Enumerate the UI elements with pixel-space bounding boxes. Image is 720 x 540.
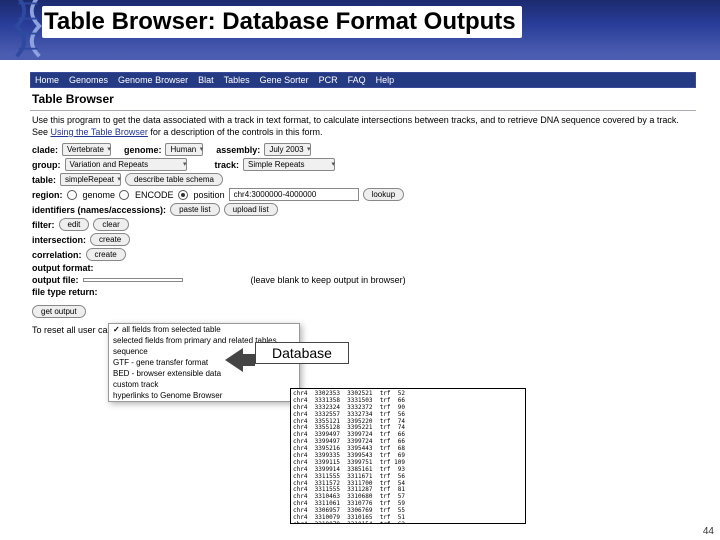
track-label: track: [215,160,240,170]
intersection-label: intersection: [32,235,86,245]
slide-page-number: 44 [703,526,714,537]
callout-arrow-tail [243,354,255,366]
using-table-browser-link[interactable]: Using the Table Browser [51,127,148,137]
track-select[interactable]: Simple Repeats [243,158,335,171]
clade-label: clade: [32,145,58,155]
sample-output-box: chr4 3302353 3302521 trf 52 chr4 3331358… [290,388,526,524]
callout-arrow-icon [225,348,243,372]
lookup-button[interactable]: lookup [363,188,405,201]
nav-faq[interactable]: FAQ [348,75,366,85]
nav-pcr[interactable]: PCR [319,75,338,85]
description-text: Use this program to get the data associa… [30,111,696,142]
ucsc-navbar: Home Genomes Genome Browser Blat Tables … [30,72,696,88]
filter-clear-button[interactable]: clear [93,218,128,231]
dropdown-opt-custom-track[interactable]: custom track [109,379,299,390]
assembly-label: assembly: [216,145,260,155]
group-label: group: [32,160,61,170]
slide-title: Table Browser: Database Format Outputs [42,6,522,38]
nav-tables[interactable]: Tables [224,75,250,85]
output-file-label: output file: [32,275,79,285]
position-input[interactable]: chr4:3000000-4000000 [229,188,359,201]
genome-label: genome: [124,145,162,155]
upload-list-button[interactable]: upload list [224,203,278,216]
region-label: region: [32,190,63,200]
get-output-button[interactable]: get output [32,305,86,318]
filter-edit-button[interactable]: edit [59,218,90,231]
paste-list-button[interactable]: paste list [170,203,220,216]
nav-home[interactable]: Home [35,75,59,85]
nav-help[interactable]: Help [376,75,395,85]
output-file-input[interactable] [83,278,183,282]
nav-genome-browser[interactable]: Genome Browser [118,75,188,85]
filter-label: filter: [32,220,55,230]
region-genome-radio[interactable] [67,190,77,200]
region-position-radio[interactable] [178,190,188,200]
identifiers-label: identifiers (names/accessions): [32,205,166,215]
browser-page: Home Genomes Genome Browser Blat Tables … [30,72,696,341]
output-file-hint: (leave blank to keep output in browser) [251,275,406,285]
nav-gene-sorter[interactable]: Gene Sorter [260,75,309,85]
correlation-label: correlation: [32,250,82,260]
header-band: Table Browser: Database Format Outputs [0,0,720,60]
output-format-label: output format: [32,263,93,273]
nav-blat[interactable]: Blat [198,75,214,85]
genome-select[interactable]: Human [165,143,203,156]
dropdown-opt-bed[interactable]: BED - browser extensible data [109,368,299,379]
describe-schema-button[interactable]: describe table schema [125,173,223,186]
table-label: table: [32,175,56,185]
clade-select[interactable]: Vertebrate [62,143,111,156]
nav-genomes[interactable]: Genomes [69,75,108,85]
dropdown-opt-hyperlinks[interactable]: hyperlinks to Genome Browser [109,390,299,401]
group-select[interactable]: Variation and Repeats [65,158,187,171]
dropdown-opt-all-fields[interactable]: all fields from selected table [109,324,299,335]
correlation-create-button[interactable]: create [86,248,126,261]
region-encode-radio[interactable] [119,190,129,200]
table-select[interactable]: simpleRepeat [60,173,121,186]
assembly-select[interactable]: July 2003 [264,143,310,156]
callout-database: Database [255,342,349,364]
intersection-create-button[interactable]: create [90,233,130,246]
file-type-return-label: file type return: [32,287,98,297]
section-title: Table Browser [30,88,696,111]
